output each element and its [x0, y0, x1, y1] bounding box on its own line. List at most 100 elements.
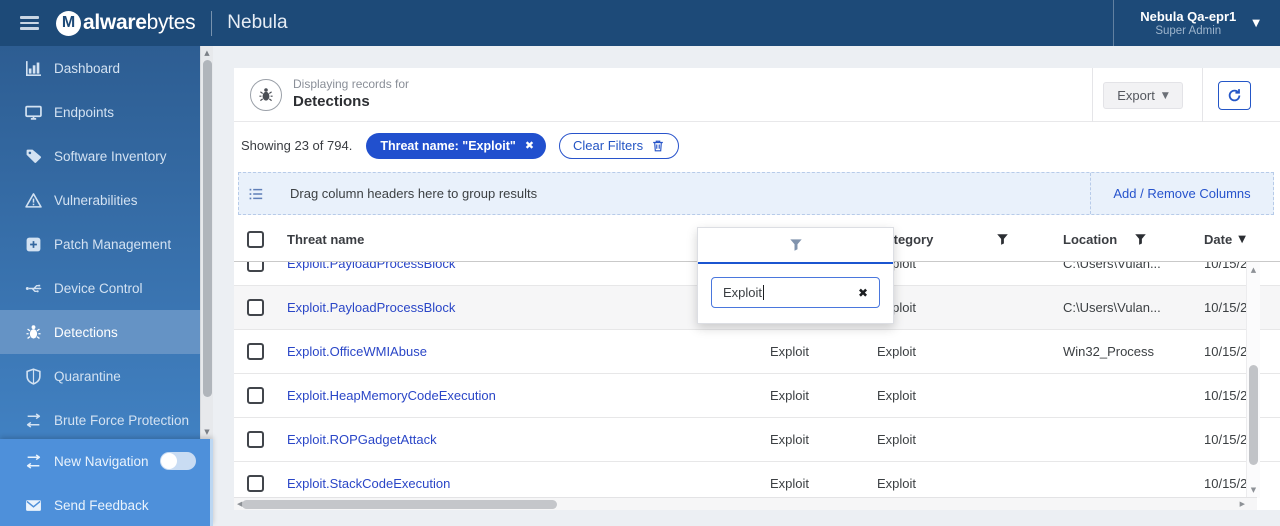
category-cell: Exploit [877, 344, 917, 359]
scrollbar-thumb[interactable] [1249, 365, 1258, 465]
select-all-checkbox[interactable] [247, 231, 264, 248]
product-name: Nebula [227, 12, 288, 33]
column-filter-popup: Exploit ✖ [697, 227, 894, 324]
sidebar: Dashboard Endpoints Software Inventory V… [0, 46, 213, 526]
sidebar-item-brute-force-protection[interactable]: Brute Force Protection [0, 398, 200, 439]
sort-desc-icon: ▼ [1238, 234, 1246, 245]
scroll-down-icon[interactable]: ▼ [201, 428, 213, 436]
divider [1092, 68, 1093, 122]
account-menu[interactable]: Nebula Qa-epr1 Super Admin ▼ [1113, 0, 1280, 46]
sidebar-item-dashboard[interactable]: Dashboard [0, 46, 200, 90]
sidebar-item-new-navigation[interactable]: New Navigation [0, 439, 210, 483]
threat-name-link[interactable]: Exploit.ROPGadgetAttack [287, 432, 437, 447]
brand-light: bytes [146, 11, 196, 34]
scroll-up-icon[interactable]: ▲ [201, 49, 213, 57]
arrows-icon [25, 412, 42, 429]
trash-icon [653, 140, 663, 151]
sidebar-scrollbar[interactable]: ▲ ▼ [200, 46, 213, 439]
clear-input-icon[interactable]: ✖ [858, 286, 868, 300]
table-row[interactable]: Exploit.ROPGadgetAttack Exploit Exploit … [234, 418, 1280, 462]
row-checkbox[interactable] [247, 299, 264, 316]
popup-filter-header[interactable] [698, 228, 893, 262]
panel-title-row: Displaying records for Detections Export… [234, 68, 1280, 122]
scrollbar-thumb[interactable] [202, 60, 212, 397]
patch-icon [25, 236, 42, 253]
brand-bold: alware [83, 11, 147, 34]
scroll-right-icon[interactable]: ▶ [1240, 500, 1245, 508]
export-button[interactable]: Export ▼ [1103, 82, 1183, 109]
threat-name-link[interactable]: Exploit.PayloadProcessBlock [287, 300, 455, 315]
type-cell: Exploit [770, 432, 810, 447]
vertical-scrollbar[interactable]: ▲ ▼ [1246, 262, 1260, 498]
arrows-icon [25, 453, 42, 470]
refresh-button[interactable] [1218, 81, 1251, 110]
filter-summary-row: Showing 23 of 794. Threat name: "Exploit… [234, 122, 1280, 169]
sidebar-item-patch-management[interactable]: Patch Management [0, 222, 200, 266]
table-row[interactable]: Exploit.StackCodeExecution Exploit Explo… [234, 462, 1280, 497]
horizontal-scrollbar[interactable]: ◀ ▶ [234, 497, 1257, 510]
filter-text-input[interactable]: Exploit ✖ [711, 277, 880, 308]
close-icon[interactable]: ✖ [525, 139, 534, 152]
column-header-date[interactable]: Date ▼ [1177, 218, 1257, 261]
sidebar-item-detections[interactable]: Detections [0, 310, 200, 354]
malwarebytes-logo: M alwarebytes [56, 10, 196, 36]
toggle-knob [160, 453, 177, 469]
scroll-up-icon[interactable]: ▲ [1247, 266, 1260, 274]
refresh-icon [1228, 89, 1241, 102]
row-checkbox[interactable] [247, 262, 264, 272]
account-role: Super Admin [1155, 24, 1222, 37]
sidebar-item-quarantine[interactable]: Quarantine [0, 354, 200, 398]
category-cell: Exploit [877, 432, 917, 447]
malwarebytes-m-icon: M [56, 10, 81, 36]
topbar-divider [211, 10, 213, 36]
mail-icon [25, 497, 42, 514]
clear-filters-button[interactable]: Clear Filters [559, 132, 680, 159]
filter-funnel-icon[interactable] [996, 233, 1009, 246]
date-cell: 10/15/20 [1204, 476, 1255, 491]
bug-icon [25, 324, 42, 341]
sidebar-nav: Dashboard Endpoints Software Inventory V… [0, 46, 213, 439]
sidebar-item-software-inventory[interactable]: Software Inventory [0, 134, 200, 178]
divider [1202, 68, 1203, 122]
location-cell [1037, 462, 1177, 497]
type-cell: Exploit [770, 344, 810, 359]
group-drop-zone[interactable]: Drag column headers here to group result… [239, 173, 1091, 214]
location-cell: Win32_Process [1063, 344, 1155, 359]
new-navigation-toggle[interactable] [159, 452, 196, 470]
top-bar: M alwarebytes Nebula Nebula Qa-epr1 Supe… [0, 0, 1280, 46]
threat-name-link[interactable]: Exploit.OfficeWMIAbuse [287, 344, 427, 359]
column-header-location[interactable]: Location [1037, 218, 1177, 261]
group-hint-text: Drag column headers here to group result… [290, 186, 538, 201]
row-checkbox[interactable] [247, 343, 264, 360]
add-remove-columns-link[interactable]: Add / Remove Columns [1113, 186, 1250, 201]
screen: M alwarebytes Nebula Nebula Qa-epr1 Supe… [0, 0, 1280, 526]
threat-name-link[interactable]: Exploit.PayloadProcessBlock [287, 262, 455, 271]
sidebar-footer: New Navigation Send Feedback [0, 439, 213, 526]
date-cell: 10/15/20 [1204, 388, 1255, 403]
account-name: Nebula Qa-epr1 [1140, 8, 1237, 24]
sidebar-item-device-control[interactable]: Device Control [0, 266, 200, 310]
filter-funnel-icon [789, 239, 802, 251]
location-cell [1037, 374, 1177, 417]
filter-chip-threat-name[interactable]: Threat name: "Exploit" ✖ [366, 132, 547, 159]
sidebar-item-send-feedback[interactable]: Send Feedback [0, 483, 210, 526]
scrollbar-thumb[interactable] [242, 500, 557, 509]
table-row[interactable]: Exploit.HeapMemoryCodeExecution Exploit … [234, 374, 1280, 418]
date-cell: 10/15/20 [1204, 300, 1255, 315]
sidebar-item-endpoints[interactable]: Endpoints [0, 90, 200, 134]
filter-funnel-icon[interactable] [1134, 233, 1147, 246]
warning-icon [25, 192, 42, 209]
scroll-down-icon[interactable]: ▼ [1247, 486, 1260, 494]
sidebar-item-vulnerabilities[interactable]: Vulnerabilities [0, 178, 200, 222]
threat-name-link[interactable]: Exploit.HeapMemoryCodeExecution [287, 388, 496, 403]
row-checkbox[interactable] [247, 387, 264, 404]
hamburger-menu-icon[interactable] [20, 16, 39, 30]
threat-name-link[interactable]: Exploit.StackCodeExecution [287, 476, 450, 491]
location-cell [1037, 418, 1177, 461]
table-row[interactable]: Exploit.OfficeWMIAbuse Exploit Exploit W… [234, 330, 1280, 374]
category-cell: Exploit [877, 388, 917, 403]
column-header-threat-name[interactable]: Threat name [277, 218, 752, 261]
row-checkbox[interactable] [247, 431, 264, 448]
date-cell: 10/15/20 [1204, 432, 1255, 447]
row-checkbox[interactable] [247, 475, 264, 492]
